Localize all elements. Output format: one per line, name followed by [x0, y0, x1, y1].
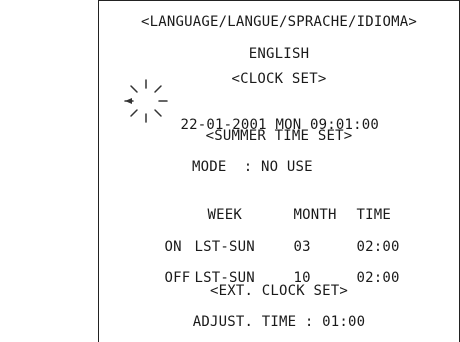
osd-menu-screen: <LANGUAGE/LANGUE/SPRACHE/IDIOMA> ENGLISH…: [0, 0, 460, 342]
ext-clock-header: <EXT. CLOCK SET>: [209, 283, 349, 299]
frame-top-border: [98, 0, 460, 1]
sparkle-cursor-icon: [124, 79, 168, 123]
mode-row[interactable]: MODE : NO USE: [192, 158, 313, 176]
language-header: <LANGUAGE/LANGUE/SPRACHE/IDIOMA>: [140, 14, 418, 30]
summer-time-header: <SUMMER TIME SET>: [205, 128, 353, 144]
language-value[interactable]: ENGLISH: [98, 45, 460, 63]
adjust-time-row[interactable]: ADJUST. TIME : 01:00: [98, 313, 460, 331]
